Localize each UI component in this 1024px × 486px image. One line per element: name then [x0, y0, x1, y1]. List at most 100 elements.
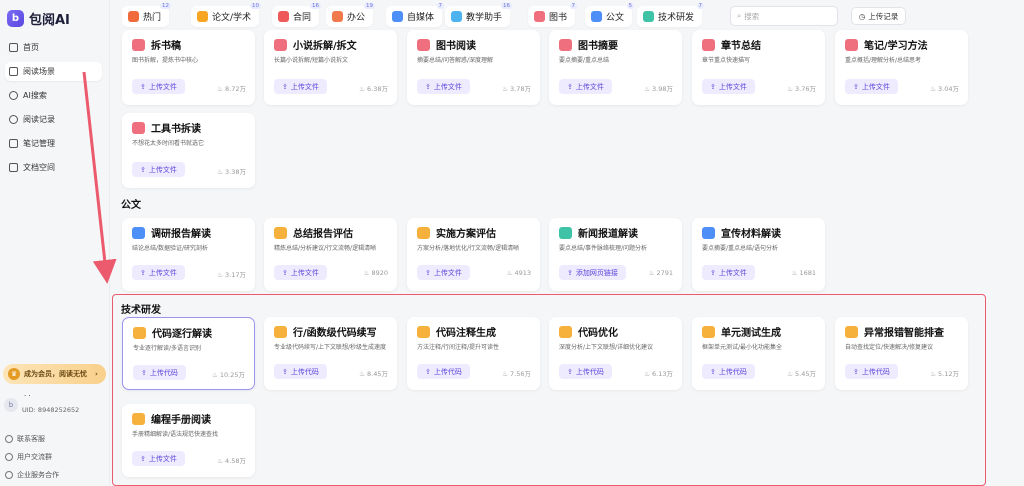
- scene-card[interactable]: 新闻报道解读 要点总结/事件脉络梳理/问题分析 ⇪ 添加网页链接 ♨ 2791: [549, 218, 682, 291]
- card-description: 要点摘要/重点总结: [559, 57, 610, 64]
- tab-3[interactable]: 办公 19: [326, 3, 376, 27]
- tab-5[interactable]: 教学助手 16: [445, 3, 513, 27]
- view-count: ♨ 3.98万: [644, 83, 673, 93]
- sidebar-item-reading-scenes[interactable]: 阅读场景: [5, 62, 102, 81]
- scene-icon: [417, 226, 430, 239]
- upload-button-label: 上传文件: [433, 82, 462, 91]
- tab-7[interactable]: 公文 5: [585, 3, 635, 27]
- sidebar-item-label: AI搜索: [23, 91, 47, 100]
- category-icon: [332, 11, 343, 22]
- upload-icon: ⇪: [567, 268, 573, 277]
- tab-count-badge: 7: [436, 3, 445, 9]
- upload-button[interactable]: ⇪ 上传文件: [274, 265, 327, 280]
- view-count: ♨ 2791: [649, 269, 673, 277]
- footer-contact[interactable]: 联系客服: [5, 434, 45, 444]
- upload-button[interactable]: ⇪ 上传文件: [417, 265, 470, 280]
- card-description: 结论总结/数据验证/研究剖析: [132, 245, 209, 252]
- upload-button[interactable]: ⇪ 上传文件: [417, 79, 470, 94]
- scene-icon: [559, 226, 572, 239]
- upload-button-label: 添加网页链接: [575, 268, 618, 277]
- upload-button[interactable]: ⇪ 上传文件: [132, 79, 185, 94]
- upload-button[interactable]: ⇪ 上传文件: [132, 265, 185, 280]
- card-title: 笔记/学习方法: [845, 37, 928, 52]
- upload-button-label: 上传文件: [861, 82, 890, 91]
- scene-card[interactable]: 图书摘要要点摘要/重点总结 ⇪ 上传文件 ♨ 3.98万: [549, 30, 682, 105]
- tab-count-badge: 5: [626, 3, 635, 9]
- scene-icon: [132, 121, 145, 134]
- upload-icon: ⇪: [710, 268, 716, 277]
- card-description: 不想花太多时间看书就选它: [132, 140, 205, 147]
- building-icon: [5, 471, 13, 479]
- search-icon: ⌕: [737, 11, 742, 20]
- tab-label: 自媒体: [407, 13, 435, 23]
- user-info[interactable]: b · · UID: 8948252652: [4, 392, 79, 414]
- upload-button[interactable]: ⇪ 上传文件: [274, 79, 327, 94]
- scene-card[interactable]: 工具书拆读 不想花太多时间看书就选它 ⇪ 上传文件 ♨ 3.38万: [122, 113, 255, 188]
- tab-1[interactable]: 论文/学术 10: [191, 3, 262, 27]
- upload-button[interactable]: ⇪ 上传文件: [132, 162, 185, 177]
- app-name: 包阅AI: [29, 13, 70, 28]
- upload-history-button[interactable]: ◷ 上传记录: [851, 7, 906, 25]
- tab-2[interactable]: 合同 16: [272, 3, 322, 27]
- footer-group[interactable]: 用户交流群: [5, 452, 52, 462]
- vip-banner[interactable]: ♛ 成为会员，阅读无忧 ›: [3, 364, 106, 384]
- scene-card[interactable]: 拆书稿 图书拆解，提炼书中核心 ⇪ 上传文件 ♨ 8.72万: [122, 30, 255, 105]
- sidebar-item-notes[interactable]: 笔记管理: [5, 134, 102, 153]
- category-icon: [128, 11, 139, 22]
- view-count: ♨ 3.17万: [217, 269, 246, 279]
- sidebar-item-docs[interactable]: 文档空间: [5, 158, 102, 177]
- upload-icon: ⇪: [140, 82, 146, 91]
- view-count-value: 3.78万: [510, 85, 531, 93]
- view-count-value: 6.38万: [367, 85, 388, 93]
- upload-button-label: 上传文件: [290, 268, 319, 277]
- scene-card[interactable]: 小说拆解/拆文 长篇小说拆解/短篇小说拆文 ⇪ 上传文件 ♨ 6.38万: [264, 30, 397, 105]
- scene-icon: [845, 38, 858, 51]
- scene-card[interactable]: 调研报告解读 结论总结/数据验证/研究剖析 ⇪ 上传文件 ♨ 3.17万: [122, 218, 255, 291]
- scene-card[interactable]: 图书阅读 摘要总结/问答解惑/深度理解 ⇪ 上传文件 ♨ 3.78万: [407, 30, 540, 105]
- upload-button-label: 上传文件: [718, 268, 747, 277]
- scene-card[interactable]: 笔记/学习方法 重点概括/理解分析/总结思考 ⇪ 上传文件 ♨ 3.04万: [835, 30, 968, 105]
- tab-8[interactable]: 技术研发 7: [637, 3, 705, 27]
- card-title-text: 图书摘要: [578, 41, 618, 52]
- category-icon: [392, 11, 403, 22]
- view-count-value: 3.98万: [652, 85, 673, 93]
- search-input[interactable]: ⌕ 搜索: [730, 6, 838, 26]
- tab-0[interactable]: 热门 12: [122, 3, 172, 27]
- sidebar: b 包阅AI 首页 阅读场景 AI搜索 阅读记录 笔记管理 文档空间 ♛ 成为会…: [0, 0, 110, 486]
- tab-count-badge: 16: [310, 3, 322, 9]
- scene-card[interactable]: 总结报告评估 精炼总结/分析建议/行文流畅/逻辑清晰 ⇪ 上传文件 ♨ 8920: [264, 218, 397, 291]
- upload-button[interactable]: ⇪ 添加网页链接: [559, 265, 626, 280]
- tab-count-badge: 7: [569, 3, 578, 9]
- upload-button[interactable]: ⇪ 上传文件: [702, 79, 755, 94]
- sidebar-item-home[interactable]: 首页: [5, 38, 102, 57]
- category-icon: [197, 11, 208, 22]
- upload-icon: ⇪: [282, 268, 288, 277]
- app-logo[interactable]: b 包阅AI: [7, 9, 70, 28]
- card-title-text: 宣传材料解读: [721, 229, 781, 240]
- tab-count-badge: 19: [364, 3, 376, 9]
- sidebar-item-history[interactable]: 阅读记录: [5, 110, 102, 129]
- scene-icon: [702, 38, 715, 51]
- card-title-text: 实施方案评估: [436, 229, 496, 240]
- scene-card[interactable]: 宣传材料解读 要点摘要/重点总结/语句分析 ⇪ 上传文件 ♨ 1681: [692, 218, 825, 291]
- fire-icon: ♨: [359, 85, 365, 93]
- card-title: 工具书拆读: [132, 120, 201, 135]
- upload-button[interactable]: ⇪ 上传文件: [702, 265, 755, 280]
- vip-text: 成为会员，阅读无忧: [24, 370, 87, 378]
- tab-label: 论文/学术: [212, 13, 252, 23]
- tab-count-badge: 10: [250, 3, 262, 9]
- upload-button[interactable]: ⇪ 上传文件: [845, 79, 898, 94]
- clock-icon: [9, 115, 18, 124]
- tab-6[interactable]: 图书 7: [528, 3, 578, 27]
- sidebar-item-label: 笔记管理: [23, 139, 55, 148]
- tab-4[interactable]: 自媒体 7: [386, 3, 445, 27]
- tab-label: 技术研发: [658, 13, 695, 23]
- card-title: 总结报告评估: [274, 225, 353, 240]
- scene-card[interactable]: 章节总结 章节重点快速描写 ⇪ 上传文件 ♨ 3.76万: [692, 30, 825, 105]
- tab-label: 办公: [347, 13, 366, 23]
- upload-button[interactable]: ⇪ 上传文件: [559, 79, 612, 94]
- footer-enterprise[interactable]: 企业服务合作: [5, 470, 59, 480]
- sidebar-item-ai-search[interactable]: AI搜索: [5, 86, 102, 105]
- view-count: ♨ 1681: [792, 269, 816, 277]
- scene-card[interactable]: 实施方案评估 方案分析/落地优化/行文流畅/逻辑清晰 ⇪ 上传文件 ♨ 4913: [407, 218, 540, 291]
